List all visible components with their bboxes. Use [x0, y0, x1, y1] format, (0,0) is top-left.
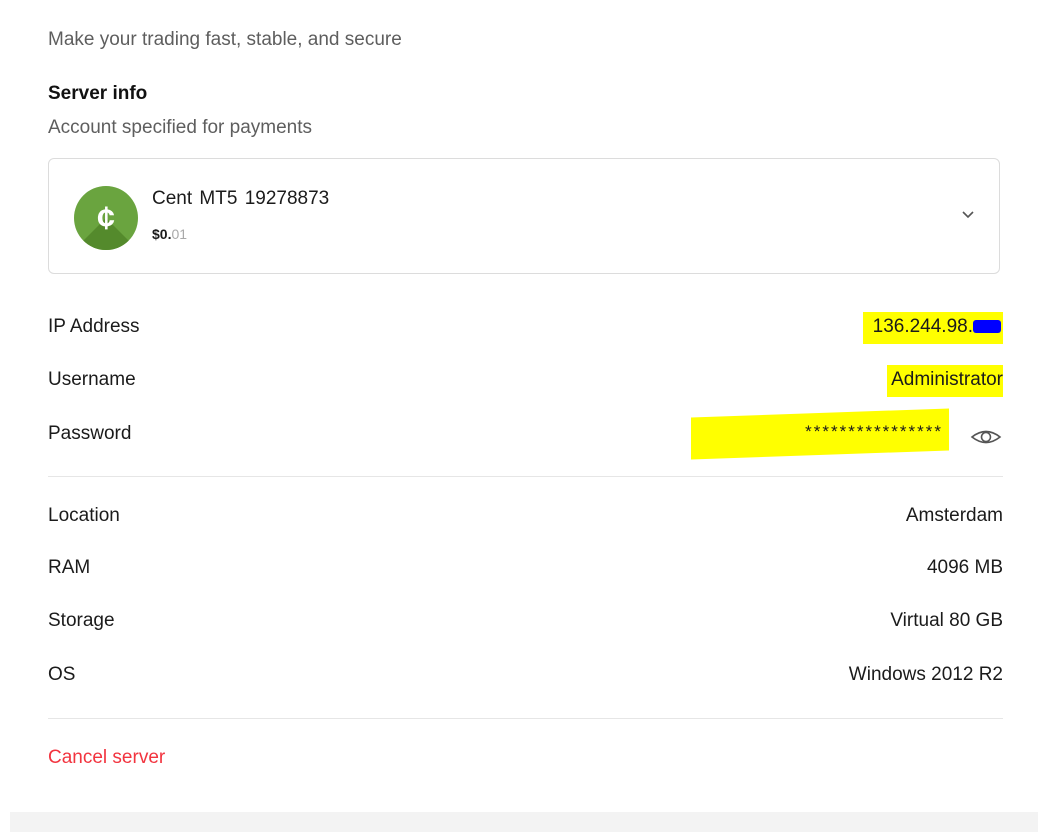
- password-label: Password: [48, 423, 132, 444]
- ram-label: RAM: [48, 557, 91, 578]
- page-subtitle: Make your trading fast, stable, and secu…: [48, 29, 402, 50]
- server-info-panel: Make your trading fast, stable, and secu…: [0, 0, 1038, 832]
- password-row: Password ****************: [48, 408, 1003, 460]
- redaction-mark: [973, 320, 1001, 334]
- username-row: Username Administrator: [48, 365, 1003, 399]
- password-value[interactable]: ****************: [805, 422, 943, 442]
- divider: [48, 718, 1003, 719]
- section-title: Server info: [48, 83, 148, 104]
- username-label: Username: [48, 369, 136, 390]
- section-description: Account specified for payments: [48, 117, 313, 138]
- cent-glyph: ¢: [97, 200, 115, 236]
- account-balance: $0.01: [152, 226, 187, 242]
- password-value-wrap: ****************: [683, 408, 1003, 460]
- username-value[interactable]: Administrator: [887, 365, 1003, 397]
- ip-address-value[interactable]: 136.244.98.: [862, 312, 1003, 344]
- ram-value: 4096 MB: [926, 557, 1003, 578]
- cancel-server-link[interactable]: Cancel server: [48, 747, 165, 769]
- balance-cents: 01: [171, 226, 188, 242]
- cent-coin-icon: ¢: [74, 186, 138, 250]
- footer-band: [10, 812, 1038, 832]
- chevron-down-icon[interactable]: [960, 209, 976, 221]
- storage-value: Virtual 80 GB: [890, 610, 1003, 631]
- ram-row: RAM 4096 MB: [48, 557, 1003, 587]
- os-value: Windows 2012 R2: [848, 664, 1003, 685]
- eye-icon[interactable]: [969, 426, 1003, 448]
- location-value: Amsterdam: [905, 505, 1003, 526]
- divider: [48, 476, 1003, 477]
- storage-row: Storage Virtual 80 GB: [48, 610, 1003, 640]
- location-row: Location Amsterdam: [48, 505, 1003, 535]
- ip-address-text: 136.244.98.: [872, 316, 973, 337]
- ip-address-row: IP Address 136.244.98.: [48, 312, 1003, 346]
- account-select-dropdown[interactable]: ¢ Cent MT5 19278873 $0.01: [48, 158, 1000, 274]
- storage-label: Storage: [48, 610, 115, 631]
- os-row: OS Windows 2012 R2: [48, 664, 1003, 694]
- os-label: OS: [48, 664, 76, 685]
- ip-address-label: IP Address: [48, 316, 140, 337]
- account-name: Cent MT5 19278873: [152, 188, 330, 209]
- balance-main: $0.: [152, 226, 172, 242]
- location-label: Location: [48, 505, 120, 526]
